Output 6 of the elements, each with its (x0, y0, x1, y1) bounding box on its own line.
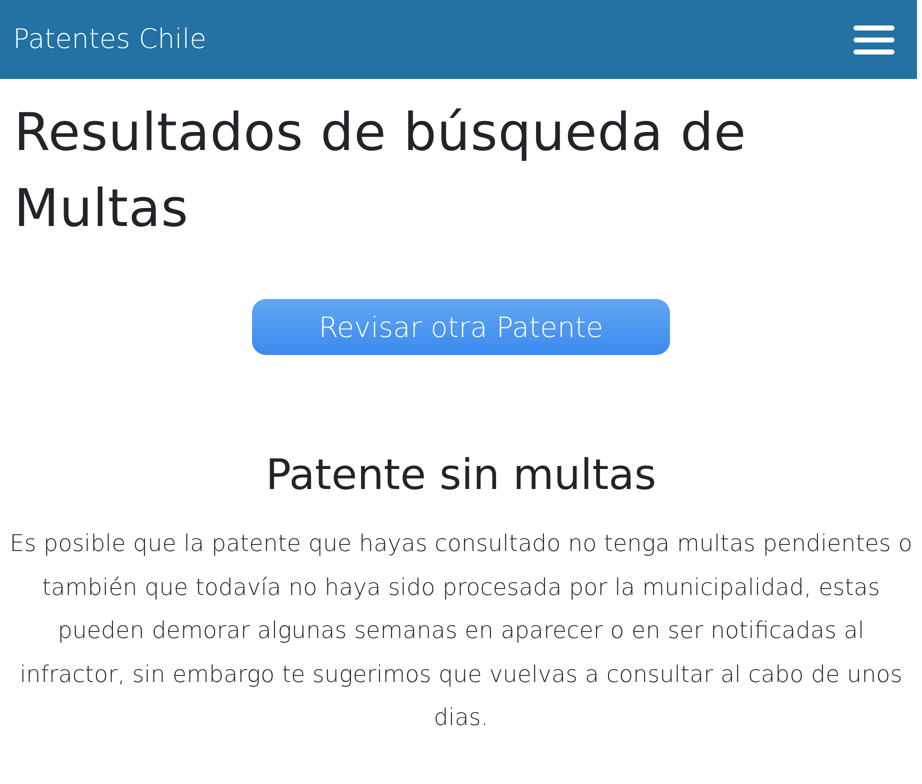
brand-link[interactable]: Patentes Chile (13, 24, 206, 55)
result-heading: Patente sin multas (264, 449, 658, 501)
page-title: Resultados de búsqueda de Multas (14, 102, 748, 241)
result-text: Es posible que la patente que hayas consultado no tenga multas pendientes o también que todavía no haya sido procesada por la municipalidad, estas pueden demorar algunas semanas en aparecer o en ser notificadas al infractor, sin embargo te sugerimos que vuelvas a consultar al cabo de unos dias. (8, 530, 914, 733)
check-another-button[interactable]: Revisar otra Patente (252, 299, 670, 355)
menu-icon[interactable] (853, 24, 895, 54)
